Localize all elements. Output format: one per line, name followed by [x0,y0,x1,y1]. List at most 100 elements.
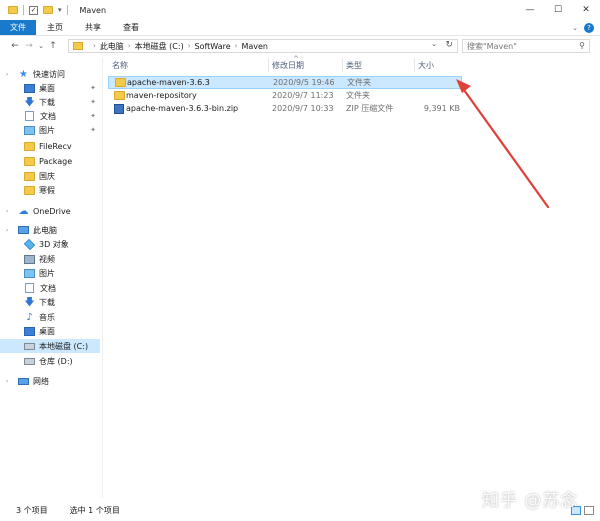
annotation-arrow-line [462,88,550,209]
nav-label: 本地磁盘 (C:) [39,341,89,351]
nav-label: FileRecv [39,141,72,151]
document-icon [25,111,34,121]
navigation-bar: ← → ⌄ ↑ › 此电脑 › 本地磁盘 (C:) › SoftWare › M… [0,37,600,55]
picture-icon [24,268,35,278]
nav-onedrive[interactable]: › ☁ OneDrive [0,204,100,218]
file-row[interactable]: apache-maven-3.6.3-bin.zip 2020/9/7 10:3… [108,102,462,115]
expand-icon[interactable]: › [6,227,8,234]
nav-label: 3D 对象 [39,239,69,249]
expand-icon[interactable]: › [6,378,8,385]
nav-item-filerecv[interactable]: FileRecv [0,139,100,153]
back-button[interactable]: ← [8,41,22,51]
desktop-icon [24,326,35,336]
column-name[interactable]: 名称 [108,58,268,72]
forward-button[interactable]: → [22,41,36,51]
nav-item-videos[interactable]: 视频 [0,252,100,266]
download-icon: 🡇 [24,96,35,108]
picture-icon [24,125,35,135]
expand-ribbon-icon[interactable]: ⌄ [572,24,578,32]
recent-locations-button[interactable]: ⌄ [36,42,46,50]
nav-label: OneDrive [33,206,71,216]
column-headers: ^ 名称 修改日期 类型 大小 [108,55,468,72]
folder-icon [24,156,35,166]
folder-icon [24,171,35,181]
title-bar: ✓ ▾ Maven — ☐ ✕ [0,0,600,20]
nav-this-pc[interactable]: › 此电脑 [0,223,100,237]
expand-icon[interactable]: › [6,71,8,78]
nav-item-pictures[interactable]: 图片 ✦ [0,123,100,137]
nav-label: 下载 [39,97,55,107]
nav-item-pc-pictures[interactable]: 图片 [0,266,100,280]
column-type[interactable]: 类型 [342,58,414,72]
nav-item-hanjia[interactable]: 寒假 [0,183,100,197]
tab-home[interactable]: 主页 [36,20,74,35]
breadcrumb-maven[interactable]: Maven [241,42,268,51]
nav-item-downloads[interactable]: 🡇 下载 ✦ [0,95,100,109]
zip-icon [114,103,124,114]
search-input[interactable]: 搜索"Maven" ⚲ [462,39,590,53]
refresh-icon[interactable]: ↻ [445,40,453,50]
nav-label: 下载 [39,297,55,307]
network-icon [18,377,29,385]
nav-quick-access[interactable]: › ★ 快速访问 [0,67,100,81]
file-row[interactable]: apache-maven-3.6.3 2020/9/5 19:46 文件夹 [108,76,462,89]
toolbar-divider [23,5,24,15]
breadcrumb-separator[interactable]: › [128,42,131,50]
nav-item-c-drive[interactable]: 本地磁盘 (C:) [0,339,100,353]
tab-view[interactable]: 查看 [112,20,150,35]
nav-item-package[interactable]: Package [0,154,100,168]
search-placeholder: 搜索"Maven" [467,41,517,51]
computer-icon [18,226,29,234]
large-icons-view-icon[interactable] [584,506,594,515]
ribbon-tabs: 文件 主页 共享 查看 ⌄ ? [0,20,600,36]
watermark: 知乎 @苏念 [482,491,579,511]
selected-count: 选中 1 个项目 [69,506,120,515]
breadcrumb-separator[interactable]: › [188,42,191,50]
nav-label: 文档 [40,283,56,293]
nav-item-guoqing[interactable]: 国庆 [0,169,100,183]
breadcrumb-separator[interactable]: › [235,42,238,50]
column-date[interactable]: 修改日期 [268,58,342,72]
minimize-button[interactable]: — [516,0,544,20]
drive-icon [24,342,35,350]
file-date: 2020/9/7 10:33 [272,104,334,113]
nav-item-pc-downloads[interactable]: 🡇 下载 [0,295,100,309]
customize-toolbar-icon[interactable]: ▾ [58,6,62,14]
breadcrumb-software[interactable]: SoftWare [195,42,231,51]
breadcrumb-c-drive[interactable]: 本地磁盘 (C:) [135,41,184,52]
column-size[interactable]: 大小 [414,58,468,72]
expand-icon[interactable]: › [6,208,8,215]
tab-share[interactable]: 共享 [74,20,112,35]
address-bar[interactable]: › 此电脑 › 本地磁盘 (C:) › SoftWare › Maven ⌄ ↻ [68,39,458,53]
folder-icon [115,78,126,87]
close-button[interactable]: ✕ [572,0,600,20]
tab-file[interactable]: 文件 [0,20,36,35]
document-icon [25,283,34,293]
nav-network[interactable]: › 网络 [0,374,100,388]
address-dropdown-icon[interactable]: ⌄ [431,40,437,48]
new-folder-icon[interactable] [43,6,53,14]
file-date: 2020/9/7 11:23 [272,91,334,100]
navigation-pane: › ★ 快速访问 桌面 ✦ 🡇 下载 ✦ 文档 ✦ 图片 ✦ FileRecv … [0,58,103,498]
nav-item-music[interactable]: ♪ 音乐 [0,310,100,324]
nav-item-documents[interactable]: 文档 ✦ [0,109,100,123]
properties-icon[interactable]: ✓ [29,5,38,15]
up-button[interactable]: ↑ [46,41,60,51]
file-size: 9,391 KB [423,104,460,113]
maximize-button[interactable]: ☐ [544,0,572,20]
nav-label: 仓库 (D:) [39,356,73,366]
nav-item-desktop[interactable]: 桌面 ✦ [0,81,100,95]
file-row[interactable]: maven-repository 2020/9/7 11:23 文件夹 [108,89,462,102]
nav-item-3d-objects[interactable]: 3D 对象 [0,237,100,251]
nav-label: 桌面 [39,326,55,336]
nav-label: 图片 [39,268,55,278]
nav-item-pc-documents[interactable]: 文档 [0,281,100,295]
breadcrumb-separator: › [93,42,96,50]
search-icon[interactable]: ⚲ [579,41,585,50]
video-icon [24,254,35,264]
toolbar-divider [66,5,68,15]
nav-item-pc-desktop[interactable]: 桌面 [0,324,100,338]
help-icon[interactable]: ? [584,23,594,33]
nav-item-d-drive[interactable]: 仓库 (D:) [0,354,100,368]
breadcrumb-this-pc[interactable]: 此电脑 [100,41,124,52]
